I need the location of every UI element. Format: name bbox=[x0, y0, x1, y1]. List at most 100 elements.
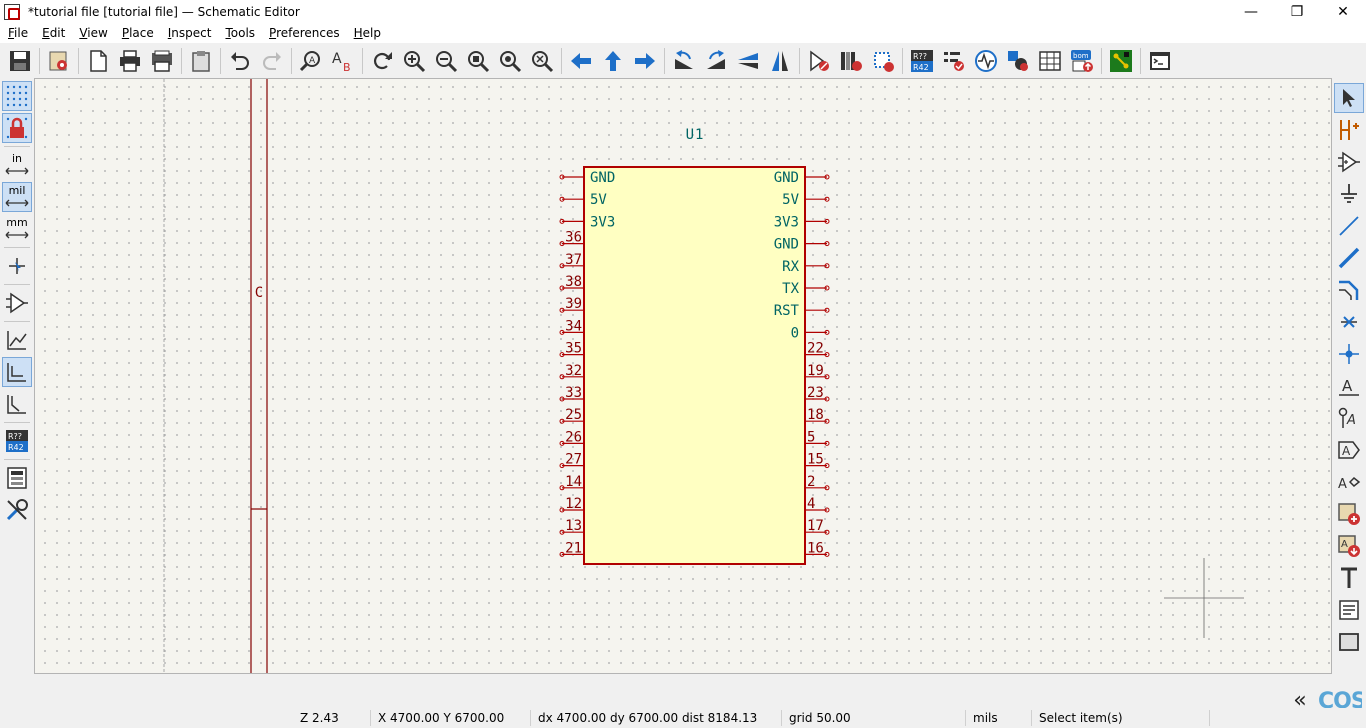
rotate-ccw-button[interactable] bbox=[668, 45, 700, 77]
pin-left[interactable]: 34 bbox=[559, 318, 584, 335]
show-grid-button[interactable] bbox=[2, 81, 32, 111]
add-label-button[interactable]: A bbox=[1334, 371, 1364, 401]
menu-view[interactable]: View bbox=[72, 23, 114, 43]
add-bus-button[interactable] bbox=[1334, 243, 1364, 273]
rotate-cw-button[interactable] bbox=[700, 45, 732, 77]
pin-right[interactable]: 4 bbox=[805, 496, 830, 513]
zoom-selection-button[interactable] bbox=[526, 45, 558, 77]
mirror-vertical-button[interactable] bbox=[732, 45, 764, 77]
generate-bom-button[interactable]: bom bbox=[1066, 45, 1098, 77]
add-no-connect-button[interactable] bbox=[1334, 307, 1364, 337]
pin-left[interactable]: 39 bbox=[559, 296, 584, 313]
print-button[interactable] bbox=[114, 45, 146, 77]
assign-footprints-button[interactable] bbox=[1002, 45, 1034, 77]
highlight-net-button[interactable] bbox=[1334, 115, 1364, 145]
pin-right[interactable]: 16 bbox=[805, 540, 830, 557]
pin-left[interactable]: 21 bbox=[559, 540, 584, 557]
pin-right[interactable]: 23 bbox=[805, 385, 830, 402]
pin-right[interactable]: 19 bbox=[805, 363, 830, 380]
select-tool-button[interactable] bbox=[1334, 83, 1364, 113]
plot-button[interactable] bbox=[146, 45, 178, 77]
erc-button[interactable] bbox=[938, 45, 970, 77]
line-90-button[interactable] bbox=[2, 357, 32, 387]
pin-right[interactable]: 15 bbox=[805, 452, 830, 469]
pin-right[interactable]: 18 bbox=[805, 407, 830, 424]
restore-button[interactable]: ❐ bbox=[1274, 0, 1320, 23]
mirror-horizontal-button[interactable] bbox=[764, 45, 796, 77]
pin-right[interactable]: 0 bbox=[791, 325, 830, 341]
symbol-library-button[interactable] bbox=[835, 45, 867, 77]
pcb-editor-button[interactable] bbox=[1105, 45, 1137, 77]
symbol-editor-button[interactable] bbox=[803, 45, 835, 77]
pin-left[interactable]: 35 bbox=[559, 341, 584, 358]
units-mm-button[interactable]: mm bbox=[2, 214, 32, 244]
menu-inspect[interactable]: Inspect bbox=[161, 23, 219, 43]
menu-edit[interactable]: Edit bbox=[35, 23, 72, 43]
line-any-angle-button[interactable] bbox=[2, 325, 32, 355]
properties-panel-button[interactable] bbox=[2, 495, 32, 525]
navigate-up-button[interactable] bbox=[597, 45, 629, 77]
add-symbol-button[interactable] bbox=[1334, 147, 1364, 177]
close-button[interactable]: ✕ bbox=[1320, 0, 1366, 23]
zoom-in-button[interactable] bbox=[398, 45, 430, 77]
add-bus-entry-button[interactable] bbox=[1334, 275, 1364, 305]
add-net-class-directive-button[interactable]: A bbox=[1334, 403, 1364, 433]
add-text-box-button[interactable] bbox=[1334, 595, 1364, 625]
import-sheet-pin-button[interactable]: A bbox=[1334, 531, 1364, 561]
add-sheet-button[interactable] bbox=[1334, 499, 1364, 529]
menu-preferences[interactable]: Preferences bbox=[262, 23, 347, 43]
pin-right[interactable]: 5 bbox=[805, 429, 830, 446]
add-wire-button[interactable] bbox=[1334, 211, 1364, 241]
add-global-label-button[interactable]: A bbox=[1334, 435, 1364, 465]
add-power-button[interactable] bbox=[1334, 179, 1364, 209]
pin-left[interactable]: 14 bbox=[559, 474, 584, 491]
footprint-assign-button[interactable] bbox=[867, 45, 899, 77]
save-button[interactable] bbox=[4, 45, 36, 77]
minimize-button[interactable]: — bbox=[1228, 0, 1274, 23]
page-settings-button[interactable] bbox=[82, 45, 114, 77]
simulator-button[interactable] bbox=[970, 45, 1002, 77]
navigate-back-button[interactable] bbox=[565, 45, 597, 77]
paste-button[interactable] bbox=[185, 45, 217, 77]
pin-left[interactable]: 25 bbox=[559, 407, 584, 424]
pin-right[interactable]: 22 bbox=[805, 341, 830, 358]
menu-help[interactable]: Help bbox=[347, 23, 388, 43]
pin-left[interactable]: 32 bbox=[559, 363, 584, 380]
refresh-button[interactable] bbox=[366, 45, 398, 77]
zoom-fit-button[interactable] bbox=[462, 45, 494, 77]
pin-left[interactable]: 26 bbox=[559, 429, 584, 446]
bulk-edit-fields-button[interactable] bbox=[1034, 45, 1066, 77]
find-replace-button[interactable]: AB bbox=[327, 45, 359, 77]
add-text-button[interactable] bbox=[1334, 563, 1364, 593]
component-body[interactable] bbox=[583, 166, 806, 565]
pin-left[interactable]: 38 bbox=[559, 274, 584, 291]
schematic-setup-button[interactable] bbox=[43, 45, 75, 77]
scripting-console-button[interactable] bbox=[1144, 45, 1176, 77]
cursor-style-button[interactable] bbox=[2, 251, 32, 281]
menu-place[interactable]: Place bbox=[115, 23, 161, 43]
pin-right[interactable]: 2 bbox=[805, 474, 830, 491]
hidden-pins-button[interactable] bbox=[2, 288, 32, 318]
grid-lock-button[interactable] bbox=[2, 113, 32, 143]
zoom-objects-button[interactable] bbox=[494, 45, 526, 77]
hierarchy-navigator-button[interactable] bbox=[2, 463, 32, 493]
annotation-state-button[interactable]: R?? R42 bbox=[2, 426, 32, 456]
pin-left[interactable]: 33 bbox=[559, 385, 584, 402]
pin-left[interactable]: 12 bbox=[559, 496, 584, 513]
pin-left[interactable]: 13 bbox=[559, 518, 584, 535]
units-inches-button[interactable]: in bbox=[2, 150, 32, 180]
undo-button[interactable] bbox=[224, 45, 256, 77]
menu-tools[interactable]: Tools bbox=[218, 23, 262, 43]
add-rectangle-button[interactable] bbox=[1334, 627, 1364, 657]
pin-left[interactable]: 27 bbox=[559, 452, 584, 469]
annotate-button[interactable]: R?? R42 bbox=[906, 45, 938, 77]
find-button[interactable]: A bbox=[295, 45, 327, 77]
pin-right[interactable]: 17 bbox=[805, 518, 830, 535]
zoom-out-button[interactable] bbox=[430, 45, 462, 77]
pin-left[interactable]: 37 bbox=[559, 252, 584, 269]
schematic-canvas[interactable]: C U1 GND 5V 3V3 36 37 38 39 34 35 32 33 25 26 27 14 12 1… bbox=[34, 78, 1332, 674]
navigate-forward-button[interactable] bbox=[629, 45, 661, 77]
add-junction-button[interactable] bbox=[1334, 339, 1364, 369]
redo-button[interactable] bbox=[256, 45, 288, 77]
menu-file[interactable]: File bbox=[1, 23, 35, 43]
